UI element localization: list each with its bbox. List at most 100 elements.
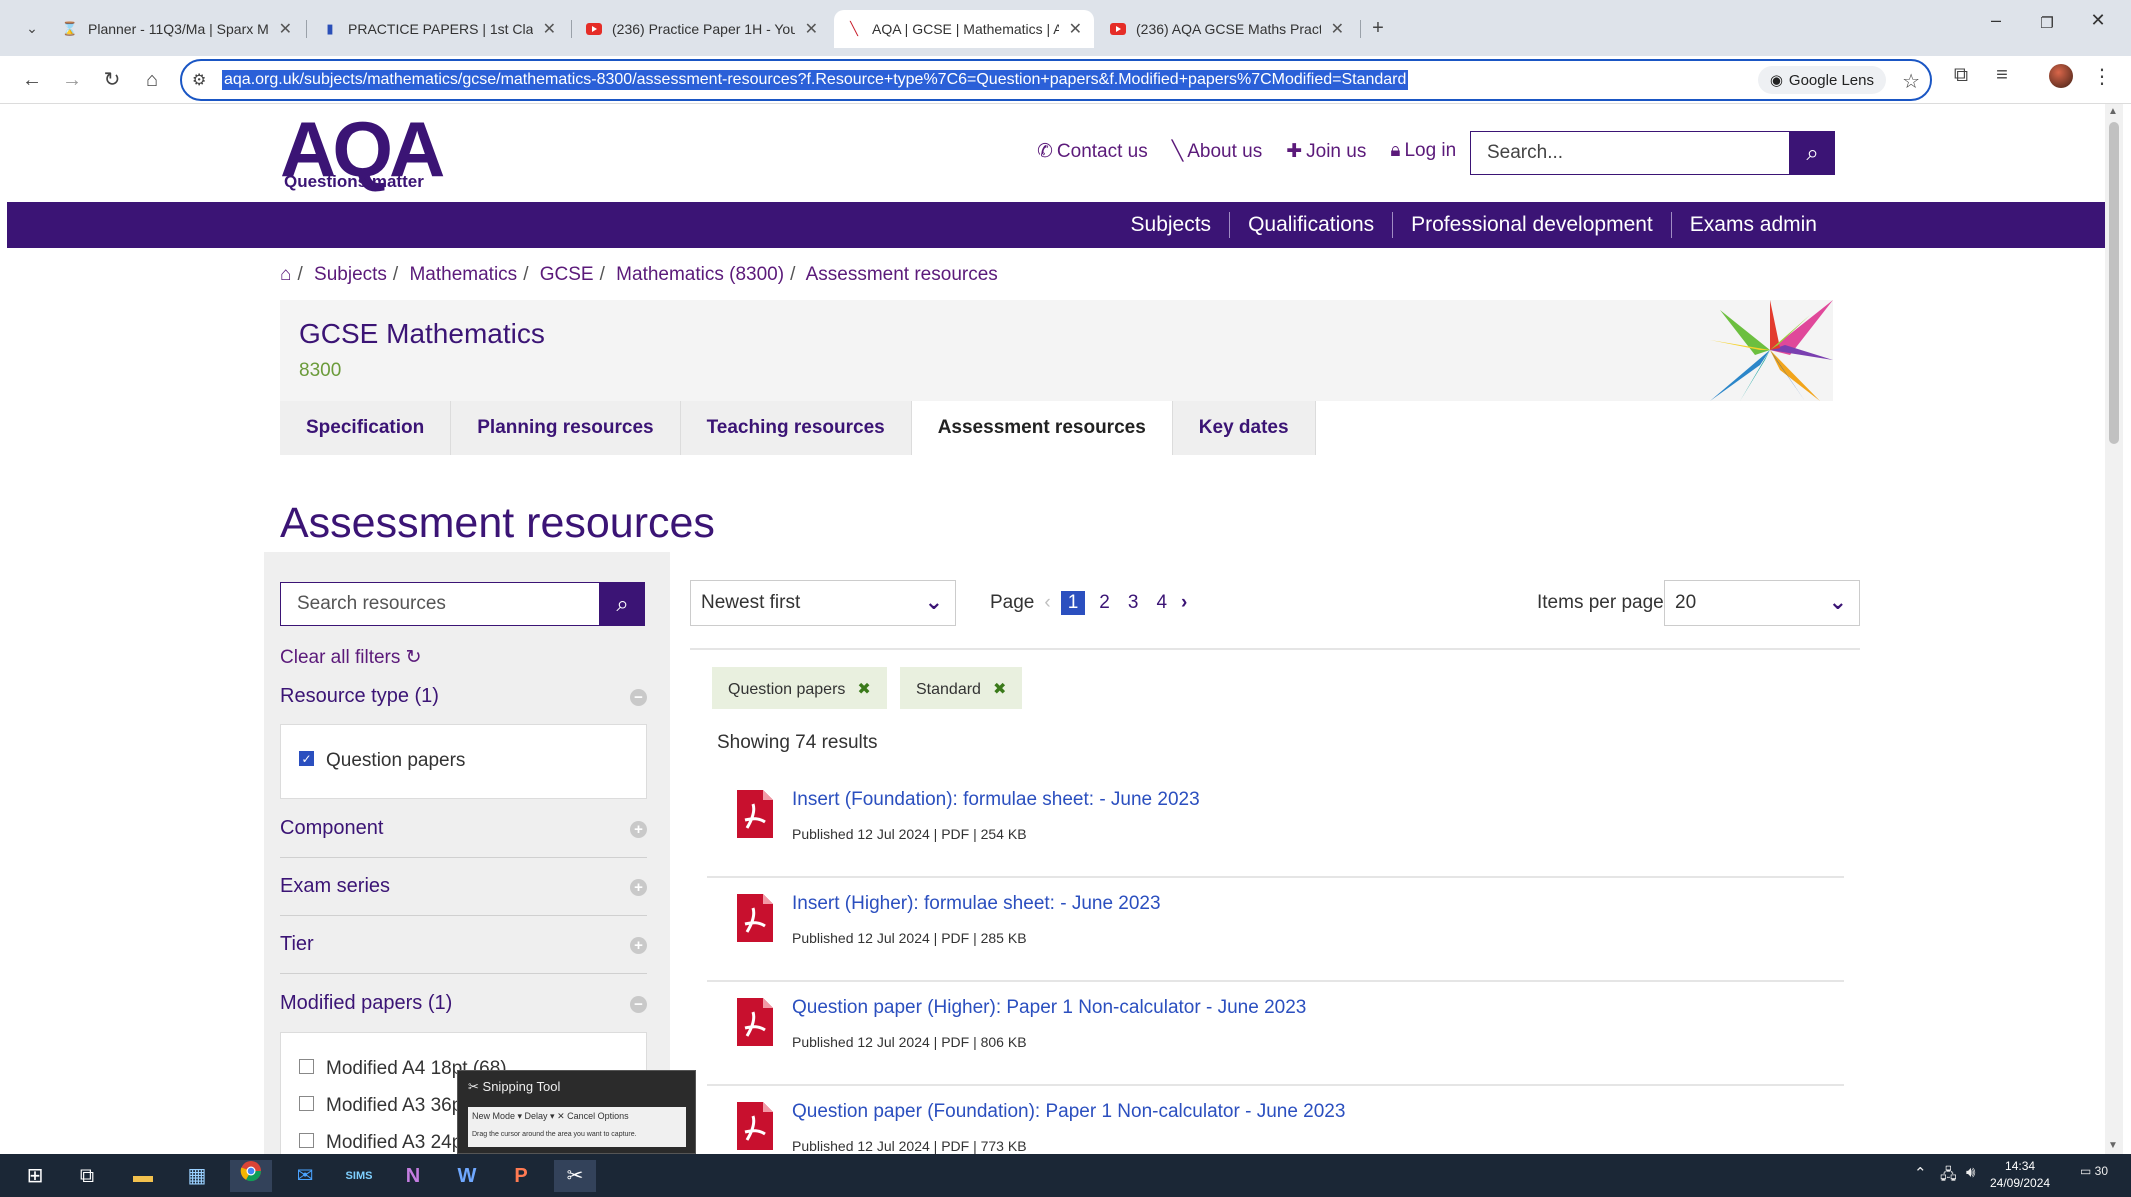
aqa-logo[interactable]: AQA Questions matter bbox=[280, 104, 445, 194]
nav-professional-development[interactable]: Professional development bbox=[1392, 212, 1671, 238]
checkbox[interactable] bbox=[299, 1096, 314, 1112]
task-view-icon[interactable]: ⧉ bbox=[66, 1160, 108, 1192]
next-page-icon[interactable]: › bbox=[1181, 592, 1187, 614]
show-hidden-icons-icon[interactable]: ⌃ bbox=[1914, 1164, 1927, 1182]
remove-filter-icon[interactable]: ✖ bbox=[857, 681, 870, 698]
profile-avatar[interactable] bbox=[2049, 64, 2073, 88]
sims-icon[interactable]: SIMS bbox=[338, 1160, 380, 1192]
breadcrumb-mathematics-8300[interactable]: Mathematics (8300) bbox=[616, 264, 784, 285]
close-tab-icon[interactable]: ✕ bbox=[279, 19, 292, 39]
breadcrumb-mathematics[interactable]: Mathematics bbox=[409, 264, 517, 285]
reload-icon[interactable]: ↻ bbox=[98, 66, 126, 94]
tab-search-chevron-icon[interactable]: ⌄ bbox=[18, 14, 46, 42]
tab-key-dates[interactable]: Key dates bbox=[1172, 401, 1316, 455]
onenote-icon[interactable]: N bbox=[392, 1160, 434, 1192]
site-search-input[interactable]: Search... bbox=[1470, 131, 1790, 175]
checkbox-checked[interactable]: ✓ bbox=[299, 751, 314, 767]
google-lens-button[interactable]: ◉ Google Lens bbox=[1757, 66, 1886, 94]
windows-start-icon[interactable]: ⊞ bbox=[14, 1160, 56, 1192]
site-search-button[interactable]: ⌕ bbox=[1790, 131, 1835, 175]
checkbox[interactable] bbox=[299, 1133, 314, 1149]
tab-aqa[interactable]: ╲ AQA | GCSE | Mathematics | As ✕ bbox=[834, 10, 1094, 48]
menu-icon[interactable]: ⋮ bbox=[2087, 64, 2117, 89]
close-window-icon[interactable]: ✕ bbox=[2078, 10, 2118, 31]
restore-icon[interactable]: ❐ bbox=[2027, 14, 2067, 32]
option-question-papers[interactable]: ✓ Question papers bbox=[299, 750, 465, 772]
page-2[interactable]: 2 bbox=[1095, 592, 1114, 614]
tab-planning-resources[interactable]: Planning resources bbox=[451, 401, 681, 455]
page-scrollbar[interactable]: ▲ ▼ bbox=[2105, 104, 2123, 1154]
scrollbar-thumb[interactable] bbox=[2109, 122, 2119, 444]
tab-practice-papers[interactable]: ▮ PRACTICE PAPERS | 1st Class M ✕ bbox=[310, 10, 568, 48]
bookmark-star-icon[interactable]: ☆ bbox=[1902, 69, 1920, 94]
expand-icon[interactable]: + bbox=[630, 879, 647, 896]
join-us-link[interactable]: ✚ Join us bbox=[1286, 140, 1366, 163]
tab-youtube-aqa[interactable]: (236) AQA GCSE Maths Practice ✕ bbox=[1098, 10, 1356, 48]
word-icon[interactable]: W bbox=[446, 1160, 488, 1192]
close-tab-icon[interactable]: ✕ bbox=[543, 19, 556, 39]
new-tab-icon[interactable]: + bbox=[1364, 14, 1392, 42]
resource-search-input[interactable]: Search resources bbox=[280, 582, 600, 626]
result-link[interactable]: Insert (Foundation): formulae sheet: - J… bbox=[792, 789, 1200, 811]
option-modified-a3-24pt[interactable]: Modified A3 24pt bbox=[299, 1132, 468, 1154]
close-tab-icon[interactable]: ✕ bbox=[1069, 19, 1082, 39]
back-icon[interactable]: ← bbox=[18, 66, 46, 94]
breadcrumb-assessment-resources[interactable]: Assessment resources bbox=[806, 264, 998, 285]
reading-list-icon[interactable]: ≡ bbox=[1987, 64, 2017, 87]
sort-select[interactable]: Newest first ⌄ bbox=[690, 580, 956, 626]
result-link[interactable]: Question paper (Higher): Paper 1 Non-cal… bbox=[792, 997, 1306, 1019]
breadcrumb-gcse[interactable]: GCSE bbox=[540, 264, 594, 285]
chrome-icon[interactable] bbox=[230, 1160, 272, 1192]
tab-specification[interactable]: Specification bbox=[280, 401, 452, 455]
powerpoint-icon[interactable]: P bbox=[500, 1160, 542, 1192]
network-icon[interactable]: 🖧︎ bbox=[1940, 1164, 1957, 1189]
site-info-icon[interactable]: ⚙ bbox=[192, 70, 206, 90]
close-tab-icon[interactable]: ✕ bbox=[1331, 19, 1344, 39]
collapse-icon[interactable]: − bbox=[630, 996, 647, 1013]
breadcrumb-subjects[interactable]: Subjects bbox=[314, 264, 387, 285]
store-icon[interactable]: ▦ bbox=[176, 1160, 218, 1192]
result-link[interactable]: Insert (Higher): formulae sheet: - June … bbox=[792, 893, 1161, 915]
snipping-tool-preview[interactable]: ✂ Snipping Tool New Mode ▾ Delay ▾ ✕ Can… bbox=[457, 1070, 696, 1154]
volume-icon[interactable]: 🔊︎ bbox=[1966, 1164, 1975, 1181]
collapse-icon[interactable]: − bbox=[630, 689, 647, 706]
active-filter-chip-question-papers[interactable]: Question papers ✖ bbox=[712, 667, 887, 709]
filter-exam-series[interactable]: Exam series + bbox=[280, 875, 647, 898]
about-us-link[interactable]: ╲ About us bbox=[1172, 140, 1262, 163]
expand-icon[interactable]: + bbox=[630, 937, 647, 954]
log-in-link[interactable]: 🔒︎ Log in bbox=[1390, 140, 1456, 163]
scroll-down-icon[interactable]: ▼ bbox=[2108, 1140, 2118, 1151]
forward-icon[interactable]: → bbox=[58, 66, 86, 94]
close-tab-icon[interactable]: ✕ bbox=[805, 19, 818, 39]
home-icon[interactable]: ⌂ bbox=[138, 66, 166, 94]
active-filter-chip-standard[interactable]: Standard ✖ bbox=[900, 667, 1023, 709]
resource-search-button[interactable]: ⌕ bbox=[600, 582, 645, 626]
filter-modified-papers[interactable]: Modified papers (1) − bbox=[280, 992, 647, 1015]
nav-qualifications[interactable]: Qualifications bbox=[1229, 212, 1392, 238]
tab-teaching-resources[interactable]: Teaching resources bbox=[680, 401, 912, 455]
page-3[interactable]: 3 bbox=[1124, 592, 1143, 614]
clock[interactable]: 14:34 24/09/2024 bbox=[1990, 1158, 2050, 1192]
contact-us-link[interactable]: ✆ Contact us bbox=[1037, 140, 1148, 163]
option-modified-a3-36pt[interactable]: Modified A3 36pt bbox=[299, 1095, 468, 1117]
result-link[interactable]: Question paper (Foundation): Paper 1 Non… bbox=[792, 1101, 1345, 1123]
page-4[interactable]: 4 bbox=[1152, 592, 1171, 614]
page-1[interactable]: 1 bbox=[1060, 591, 1086, 615]
file-explorer-icon[interactable]: ▬ bbox=[122, 1160, 164, 1192]
tab-sparx[interactable]: ⌛ Planner - 11Q3/Ma | Sparx Mat ✕ bbox=[50, 10, 304, 48]
filter-tier[interactable]: Tier + bbox=[280, 933, 647, 956]
scroll-up-icon[interactable]: ▲ bbox=[2108, 106, 2118, 117]
nav-exams-admin[interactable]: Exams admin bbox=[1670, 212, 1835, 238]
address-bar[interactable]: ⚙ aqa.org.uk/subjects/mathematics/gcse/m… bbox=[180, 59, 1932, 101]
clear-filters-link[interactable]: Clear all filters ↻ bbox=[280, 646, 422, 669]
filter-component[interactable]: Component + bbox=[280, 817, 647, 840]
url-text[interactable]: aqa.org.uk/subjects/mathematics/gcse/mat… bbox=[222, 70, 1409, 90]
extensions-icon[interactable]: ⧉ bbox=[1946, 64, 1976, 87]
minimize-icon[interactable]: – bbox=[1976, 10, 2016, 31]
filter-resource-type[interactable]: Resource type (1) − bbox=[280, 685, 647, 708]
prev-page-icon[interactable]: ‹ bbox=[1044, 592, 1050, 614]
items-per-page-select[interactable]: 20 ⌄ bbox=[1664, 580, 1860, 626]
checkbox[interactable] bbox=[299, 1059, 314, 1075]
home-icon[interactable]: ⌂ bbox=[280, 264, 291, 285]
notifications-icon[interactable]: ▭ 30 bbox=[2080, 1164, 2108, 1178]
